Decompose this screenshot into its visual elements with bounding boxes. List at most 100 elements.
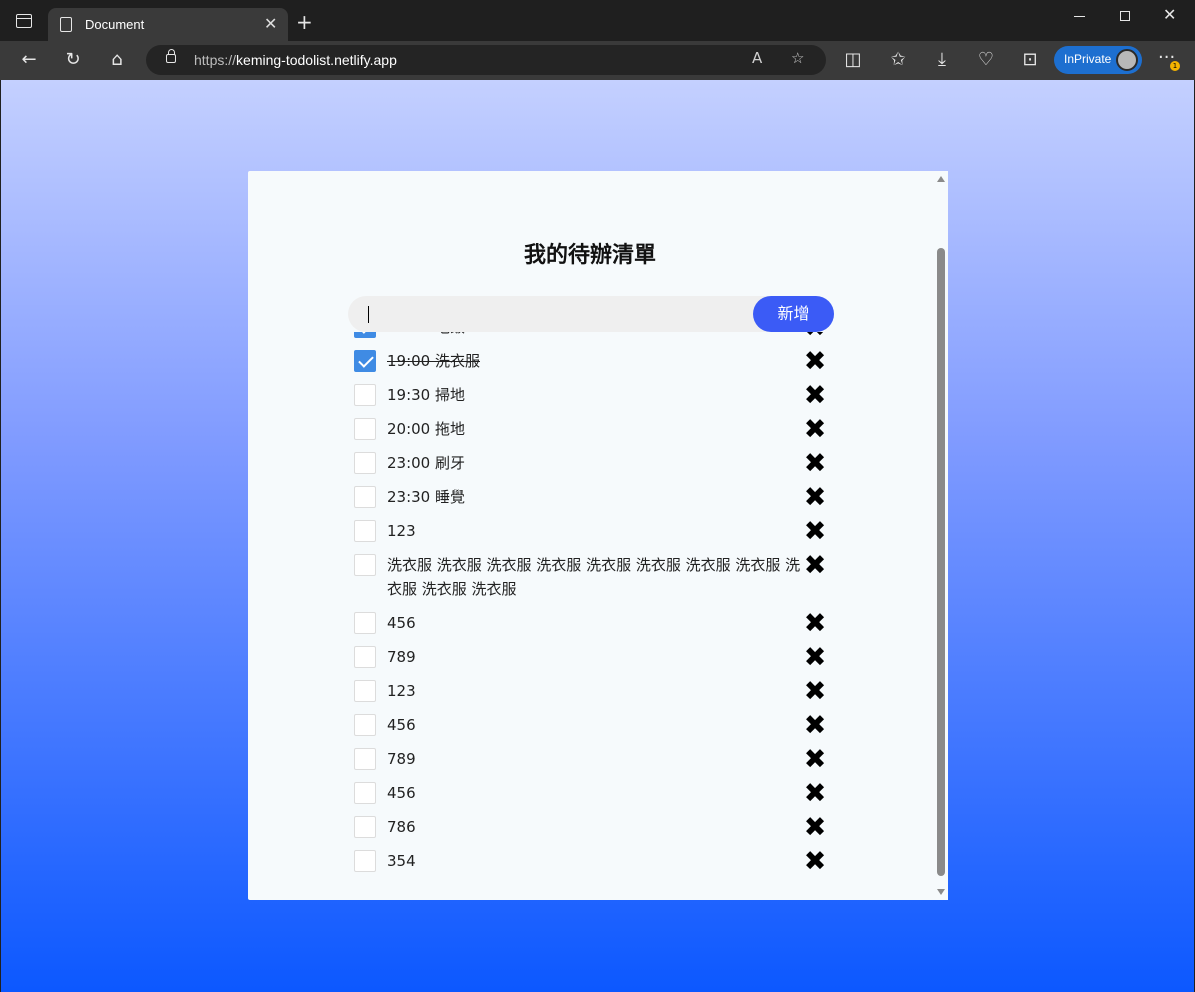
todo-text: 354 (387, 852, 416, 870)
delete-icon[interactable]: ✖ (802, 552, 828, 579)
todo-text: 23:00 刷牙 (387, 454, 465, 472)
todo-item: 18:30 吃飯✖ (348, 332, 838, 345)
todo-checkbox[interactable] (354, 554, 376, 576)
todo-text: 20:00 拖地 (387, 420, 465, 438)
todo-item: 354 ✖ (348, 845, 838, 879)
split-screen-icon[interactable]: ◫ (839, 47, 867, 73)
todo-checkbox[interactable] (354, 850, 376, 872)
delete-icon[interactable]: ✖ (802, 746, 828, 773)
todo-checkbox[interactable] (354, 452, 376, 474)
todo-text: 洗衣服 洗衣服 洗衣服 洗衣服 洗衣服 洗衣服 洗衣服 洗衣服 洗衣服 洗衣服 … (387, 556, 801, 598)
todo-text: 786 (387, 818, 416, 836)
delete-icon[interactable]: ✖ (802, 610, 828, 637)
delete-icon[interactable]: ✖ (802, 382, 828, 409)
todo-item: 23:00 刷牙 ✖ (348, 447, 838, 481)
todo-text: 18:30 吃飯 (387, 332, 802, 339)
todo-checkbox[interactable] (354, 748, 376, 770)
delete-icon[interactable]: ✖ (802, 332, 828, 341)
browser-essentials-icon[interactable]: ♡ (972, 47, 1000, 73)
todo-item: 洗衣服 洗衣服 洗衣服 洗衣服 洗衣服 洗衣服 洗衣服 洗衣服 洗衣服 洗衣服 … (348, 549, 838, 607)
favorite-star-icon[interactable]: ☆ (791, 49, 804, 67)
todo-list: 18:30 吃飯✖19:00 洗衣服✖19:30 掃地✖20:00 拖地✖23:… (348, 332, 838, 879)
maximize-button[interactable] (1120, 11, 1130, 21)
todo-checkbox[interactable] (354, 486, 376, 508)
browser-titlebar: Document ✕ + ✕ (0, 0, 1195, 41)
todo-text: 456 (387, 784, 416, 802)
todo-checkbox[interactable] (354, 782, 376, 804)
url-text[interactable]: https://keming-todolist.netlify.app (194, 52, 397, 68)
todo-item: 786 ✖ (348, 811, 838, 845)
page-viewport: 我的待辦清單 新增 18:30 吃飯✖19:00 洗衣服✖19:30 掃地✖20… (1, 80, 1194, 992)
todo-item: 19:30 掃地 ✖ (348, 379, 838, 413)
todo-item: 123 ✖ (348, 675, 838, 709)
tab-title: Document (85, 17, 145, 32)
todo-text: 123 (387, 682, 416, 700)
page-title: 我的待辦清單 (523, 243, 656, 268)
inprivate-button[interactable]: InPrivate (1054, 46, 1142, 74)
lock-icon[interactable] (166, 49, 176, 63)
todo-item: 789 ✖ (348, 743, 838, 777)
todo-text: 456 (387, 614, 416, 632)
todo-item: 23:30 睡覺 ✖ (348, 481, 838, 515)
todo-item: 19:00 洗衣服 ✖ (348, 345, 838, 379)
inprivate-label: InPrivate (1064, 52, 1112, 66)
home-icon[interactable]: ⌂ (103, 47, 131, 73)
todo-text: 789 (387, 750, 416, 768)
delete-icon[interactable]: ✖ (802, 780, 828, 807)
document-icon (60, 17, 72, 32)
delete-icon[interactable]: ✖ (802, 814, 828, 841)
add-button[interactable]: 新增 (753, 296, 834, 332)
todo-checkbox[interactable] (354, 350, 376, 372)
todo-item: 20:00 拖地 ✖ (348, 413, 838, 447)
todo-list-viewport[interactable]: 18:30 吃飯✖19:00 洗衣服✖19:30 掃地✖20:00 拖地✖23:… (348, 332, 838, 900)
todo-checkbox[interactable] (354, 816, 376, 838)
todo-checkbox[interactable] (354, 384, 376, 406)
todo-checkbox[interactable] (354, 680, 376, 702)
scrollbar-thumb[interactable] (937, 248, 945, 876)
scroll-down-arrow-icon[interactable] (937, 889, 945, 895)
scrollbar[interactable] (934, 171, 948, 900)
todo-text: 789 (387, 648, 416, 666)
screenshot-icon[interactable]: ⊡ (1016, 47, 1044, 73)
todo-item: 789 ✖ (348, 641, 838, 675)
delete-icon[interactable]: ✖ (802, 484, 828, 511)
todo-item: 456 ✖ (348, 607, 838, 641)
todo-checkbox[interactable] (354, 714, 376, 736)
scroll-up-arrow-icon[interactable] (937, 176, 945, 182)
read-aloud-icon[interactable]: A (752, 49, 762, 67)
notification-badge: 1 (1170, 61, 1180, 71)
browser-toolbar: ← ↻ ⌂ https://keming-todolist.netlify.ap… (0, 41, 1195, 80)
window-close-button[interactable]: ✕ (1163, 5, 1176, 24)
delete-icon[interactable]: ✖ (802, 450, 828, 477)
todo-text: 23:30 睡覺 (387, 488, 465, 506)
todo-checkbox[interactable] (354, 332, 376, 338)
delete-icon[interactable]: ✖ (802, 518, 828, 545)
delete-icon[interactable]: ✖ (802, 348, 828, 375)
favorites-icon[interactable]: ✩ (884, 47, 912, 73)
todo-item: 123 ✖ (348, 515, 838, 549)
delete-icon[interactable]: ✖ (802, 644, 828, 671)
todo-checkbox[interactable] (354, 520, 376, 542)
avatar (1116, 49, 1138, 71)
address-bar[interactable]: https://keming-todolist.netlify.app A ☆ (146, 45, 826, 75)
browser-tab[interactable]: Document ✕ (48, 8, 288, 41)
tab-close-button[interactable]: ✕ (264, 14, 277, 33)
new-tab-button[interactable]: + (296, 10, 313, 34)
delete-icon[interactable]: ✖ (802, 712, 828, 739)
delete-icon[interactable]: ✖ (802, 848, 828, 875)
delete-icon[interactable]: ✖ (802, 416, 828, 443)
todo-checkbox[interactable] (354, 612, 376, 634)
minimize-button[interactable] (1074, 16, 1085, 17)
todo-card: 我的待辦清單 新增 18:30 吃飯✖19:00 洗衣服✖19:30 掃地✖20… (248, 171, 948, 900)
downloads-icon[interactable]: ⤓ (928, 47, 956, 73)
back-icon[interactable]: ← (15, 47, 43, 73)
todo-text: 19:00 洗衣服 (387, 352, 480, 370)
todo-text: 123 (387, 522, 416, 540)
todo-item: 456 ✖ (348, 777, 838, 811)
tab-actions-icon[interactable] (16, 14, 32, 28)
delete-icon[interactable]: ✖ (802, 678, 828, 705)
todo-checkbox[interactable] (354, 646, 376, 668)
todo-text: 19:30 掃地 (387, 386, 465, 404)
refresh-icon[interactable]: ↻ (59, 47, 87, 73)
todo-checkbox[interactable] (354, 418, 376, 440)
